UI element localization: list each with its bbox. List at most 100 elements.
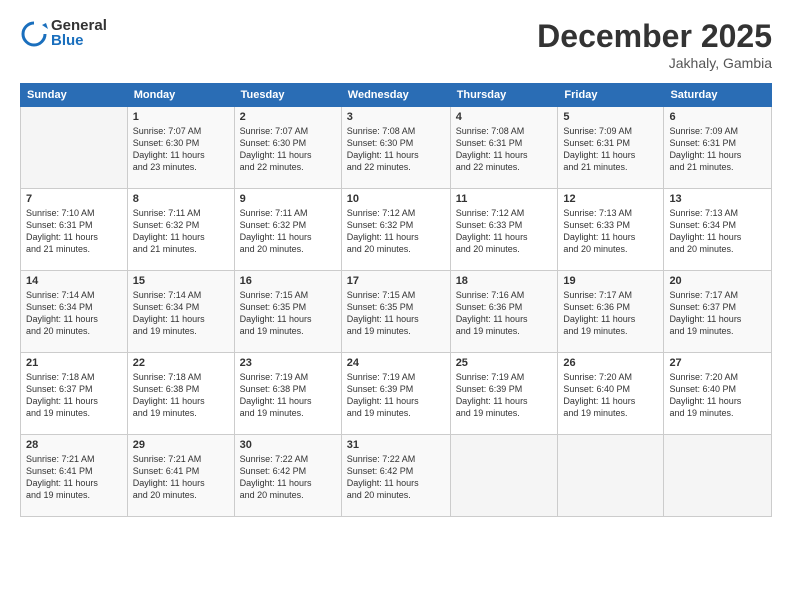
col-sunday: Sunday [21,84,128,107]
day-cell: 9Sunrise: 7:11 AM Sunset: 6:32 PM Daylig… [234,189,341,271]
day-number: 18 [456,275,553,287]
day-cell: 15 Sunrise: 7:14 AM Sunset: 6:34 PM Dayli… [127,271,234,353]
week-row-2: 7Sunrise: 7:10 AM Sunset: 6:31 PM Daylig… [21,189,772,271]
logo-icon [20,19,48,47]
day-number: 3 [347,111,445,123]
day-cell: 11 Sunrise: 7:12 AM Sunset: 6:33 PM Dayli… [450,189,558,271]
day-cell: 22 Sunrise: 7:18 AM Sunset: 6:38 PM Dayli… [127,353,234,435]
day-info: Sunrise: 7:22 AM Sunset: 6:42 PM Dayligh… [347,453,445,502]
day-number: 28 [26,439,122,451]
day-cell: 13Sunrise: 7:13 AM Sunset: 6:34 PM Dayli… [664,189,772,271]
day-cell: 5Sunrise: 7:09 AM Sunset: 6:31 PM Daylig… [558,107,664,189]
day-number: 8 [133,193,229,205]
day-cell [21,107,128,189]
day-info: Sunrise: 7:19 AM Sunset: 6:38 PM Dayligh… [240,371,336,420]
day-cell: 7Sunrise: 7:10 AM Sunset: 6:31 PM Daylig… [21,189,128,271]
day-info: Sunrise: 7:15 AM Sunset: 6:35 PM Dayligh… [347,289,445,338]
day-info: Sunrise: 7:07 AM Sunset: 6:30 PM Dayligh… [240,125,336,174]
col-wednesday: Wednesday [341,84,450,107]
day-info: Sunrise: 7:21 AM Sunset: 6:41 PM Dayligh… [133,453,229,502]
calendar-body: 1 Sunrise: 7:07 AM Sunset: 6:30 PM Daylig… [21,107,772,517]
logo: General Blue [20,18,107,48]
logo-general-text: General [51,18,107,33]
day-info: Sunrise: 7:21 AM Sunset: 6:41 PM Dayligh… [26,453,122,502]
day-info: Sunrise: 7:14 AM Sunset: 6:34 PM Dayligh… [26,289,122,338]
day-cell: 1 Sunrise: 7:07 AM Sunset: 6:30 PM Daylig… [127,107,234,189]
day-number: 20 [669,275,766,287]
day-number: 21 [26,357,122,369]
day-info: Sunrise: 7:09 AM Sunset: 6:31 PM Dayligh… [669,125,766,174]
day-number: 22 [133,357,229,369]
day-cell: 8 Sunrise: 7:11 AM Sunset: 6:32 PM Daylig… [127,189,234,271]
day-cell: 30Sunrise: 7:22 AM Sunset: 6:42 PM Dayli… [234,435,341,517]
col-tuesday: Tuesday [234,84,341,107]
day-info: Sunrise: 7:20 AM Sunset: 6:40 PM Dayligh… [669,371,766,420]
day-cell: 19Sunrise: 7:17 AM Sunset: 6:36 PM Dayli… [558,271,664,353]
day-cell: 27 Sunrise: 7:20 AM Sunset: 6:40 PM Dayli… [664,353,772,435]
day-number: 15 [133,275,229,287]
day-cell: 14 Sunrise: 7:14 AM Sunset: 6:34 PM Dayli… [21,271,128,353]
day-cell: 28 Sunrise: 7:21 AM Sunset: 6:41 PM Dayli… [21,435,128,517]
title-block: December 2025 Jakhaly, Gambia [537,18,772,71]
day-info: Sunrise: 7:12 AM Sunset: 6:32 PM Dayligh… [347,207,445,256]
day-number: 4 [456,111,553,123]
week-row-3: 14 Sunrise: 7:14 AM Sunset: 6:34 PM Dayli… [21,271,772,353]
week-row-5: 28 Sunrise: 7:21 AM Sunset: 6:41 PM Dayli… [21,435,772,517]
day-info: Sunrise: 7:07 AM Sunset: 6:30 PM Dayligh… [133,125,229,174]
header: General Blue December 2025 Jakhaly, Gamb… [20,18,772,71]
day-info: Sunrise: 7:19 AM Sunset: 6:39 PM Dayligh… [347,371,445,420]
day-info: Sunrise: 7:17 AM Sunset: 6:36 PM Dayligh… [563,289,658,338]
day-info: Sunrise: 7:17 AM Sunset: 6:37 PM Dayligh… [669,289,766,338]
day-number: 27 [669,357,766,369]
day-info: Sunrise: 7:18 AM Sunset: 6:37 PM Dayligh… [26,371,122,420]
day-number: 1 [133,111,229,123]
calendar-table: Sunday Monday Tuesday Wednesday Thursday… [20,83,772,517]
day-number: 29 [133,439,229,451]
day-info: Sunrise: 7:08 AM Sunset: 6:31 PM Dayligh… [456,125,553,174]
day-number: 24 [347,357,445,369]
day-cell [664,435,772,517]
header-row: Sunday Monday Tuesday Wednesday Thursday… [21,84,772,107]
day-cell [450,435,558,517]
day-cell: 10Sunrise: 7:12 AM Sunset: 6:32 PM Dayli… [341,189,450,271]
day-cell: 24 Sunrise: 7:19 AM Sunset: 6:39 PM Dayli… [341,353,450,435]
day-info: Sunrise: 7:18 AM Sunset: 6:38 PM Dayligh… [133,371,229,420]
day-cell: 4 Sunrise: 7:08 AM Sunset: 6:31 PM Daylig… [450,107,558,189]
day-info: Sunrise: 7:12 AM Sunset: 6:33 PM Dayligh… [456,207,553,256]
day-cell: 21 Sunrise: 7:18 AM Sunset: 6:37 PM Dayli… [21,353,128,435]
location-subtitle: Jakhaly, Gambia [537,55,772,71]
day-number: 2 [240,111,336,123]
day-cell: 26 Sunrise: 7:20 AM Sunset: 6:40 PM Dayli… [558,353,664,435]
day-number: 5 [563,111,658,123]
day-cell: 6Sunrise: 7:09 AM Sunset: 6:31 PM Daylig… [664,107,772,189]
day-info: Sunrise: 7:20 AM Sunset: 6:40 PM Dayligh… [563,371,658,420]
day-number: 11 [456,193,553,205]
day-number: 23 [240,357,336,369]
day-info: Sunrise: 7:16 AM Sunset: 6:36 PM Dayligh… [456,289,553,338]
day-cell: 16Sunrise: 7:15 AM Sunset: 6:35 PM Dayli… [234,271,341,353]
day-cell: 3 Sunrise: 7:08 AM Sunset: 6:30 PM Daylig… [341,107,450,189]
logo-blue-text: Blue [51,33,107,48]
day-number: 14 [26,275,122,287]
day-info: Sunrise: 7:11 AM Sunset: 6:32 PM Dayligh… [133,207,229,256]
day-info: Sunrise: 7:22 AM Sunset: 6:42 PM Dayligh… [240,453,336,502]
day-number: 26 [563,357,658,369]
day-info: Sunrise: 7:14 AM Sunset: 6:34 PM Dayligh… [133,289,229,338]
day-number: 25 [456,357,553,369]
day-number: 16 [240,275,336,287]
logo-text: General Blue [51,18,107,48]
day-info: Sunrise: 7:13 AM Sunset: 6:34 PM Dayligh… [669,207,766,256]
col-thursday: Thursday [450,84,558,107]
page: General Blue December 2025 Jakhaly, Gamb… [0,0,792,612]
day-cell: 29 Sunrise: 7:21 AM Sunset: 6:41 PM Dayli… [127,435,234,517]
day-number: 7 [26,193,122,205]
day-info: Sunrise: 7:13 AM Sunset: 6:33 PM Dayligh… [563,207,658,256]
day-cell: 12Sunrise: 7:13 AM Sunset: 6:33 PM Dayli… [558,189,664,271]
day-cell: 2 Sunrise: 7:07 AM Sunset: 6:30 PM Daylig… [234,107,341,189]
day-cell [558,435,664,517]
day-info: Sunrise: 7:19 AM Sunset: 6:39 PM Dayligh… [456,371,553,420]
day-cell: 20 Sunrise: 7:17 AM Sunset: 6:37 PM Dayli… [664,271,772,353]
day-number: 31 [347,439,445,451]
week-row-1: 1 Sunrise: 7:07 AM Sunset: 6:30 PM Daylig… [21,107,772,189]
day-info: Sunrise: 7:08 AM Sunset: 6:30 PM Dayligh… [347,125,445,174]
